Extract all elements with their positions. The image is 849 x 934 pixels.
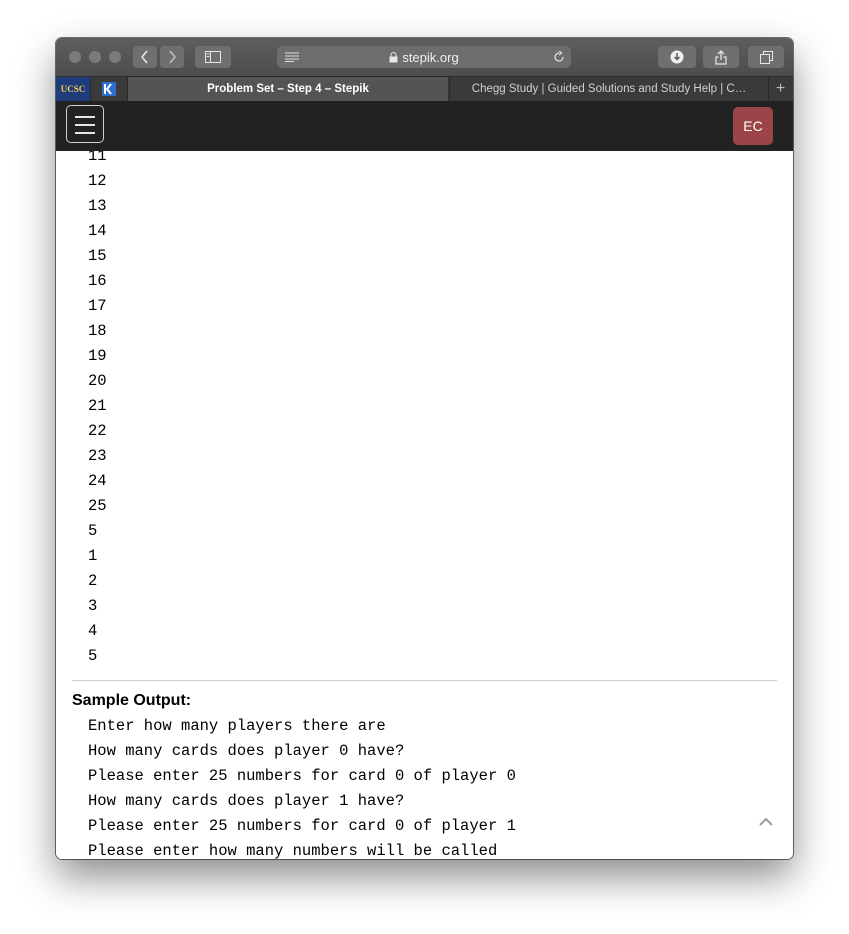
tab-pinned-ucsc[interactable]: UCSC [56,77,91,101]
avatar[interactable]: EC [733,107,773,145]
code-line: 17 [88,297,107,315]
ucsc-logo: UCSC [60,84,86,94]
chevron-left-icon [140,50,148,64]
scroll-to-top-icon[interactable] [758,814,774,830]
tab-chegg-study[interactable]: Chegg Study | Guided Solutions and Study… [449,77,769,101]
code-line: 12 [88,172,107,190]
code-line: 11 [88,151,107,165]
downloads-button[interactable] [658,46,696,68]
code-line: 1 [88,547,98,565]
code-line: 2 [88,572,98,590]
code-line: Please enter 25 numbers for card 0 of pl… [88,817,516,835]
code-line: 23 [88,447,107,465]
zoom-window-button[interactable] [109,51,121,63]
sample-output-block: Enter how many players there are How many… [88,714,516,859]
code-line: 21 [88,397,107,415]
reload-icon[interactable] [553,51,565,63]
minimize-window-button[interactable] [89,51,101,63]
code-line: 5 [88,647,98,665]
browser-window: stepik.org UCSC Problem Set – Step 4 – S… [56,38,793,859]
code-line: Enter how many players there are [88,717,386,735]
close-window-button[interactable] [69,51,81,63]
tab-strip: UCSC Problem Set – Step 4 – Stepik Chegg… [56,76,793,102]
forward-button[interactable] [160,46,184,68]
sidebar-icon [205,51,221,63]
sidebar-button[interactable] [195,46,231,68]
code-line: 15 [88,247,107,265]
step-content: 11 12 13 14 15 16 17 18 19 20 21 22 23 24 25 5 1 2 3 4 5 Sam… [56,151,793,859]
tab-overview-button[interactable] [748,46,784,68]
site-header: EC [56,101,793,151]
stepik-logo-icon [102,82,116,96]
code-line: 16 [88,272,107,290]
code-line: 22 [88,422,107,440]
code-line: 18 [88,322,107,340]
sample-output-heading: Sample Output: [72,692,192,709]
reader-icon [285,52,299,62]
code-line: How many cards does player 0 have? [88,742,405,760]
tabs-icon [759,50,773,64]
browser-toolbar: stepik.org [56,38,793,76]
code-line: 5 [88,522,98,540]
share-icon [715,49,727,65]
hamburger-icon-line [75,132,95,134]
plus-icon: + [775,80,786,97]
code-line: 20 [88,372,107,390]
tab-stepik-problem-set[interactable]: Problem Set – Step 4 – Stepik [128,77,448,101]
code-line: How many cards does player 1 have? [88,792,405,810]
address-text: stepik.org [402,49,459,65]
new-tab-button[interactable]: + [768,77,793,101]
code-line: 3 [88,597,98,615]
back-button[interactable] [133,46,157,68]
chevron-right-icon [169,50,177,64]
share-button[interactable] [703,46,739,68]
avatar-initials: EC [743,118,763,134]
hamburger-icon-line [75,124,95,126]
code-line: Please enter 25 numbers for card 0 of pl… [88,767,516,785]
divider [72,680,777,681]
tab-label: Chegg Study | Guided Solutions and Study… [471,83,747,95]
sample-input-block: 11 12 13 14 15 16 17 18 19 20 21 22 23 24 25 5 1 2 3 4 5 [88,151,107,669]
code-line: 4 [88,622,98,640]
tab-label: Problem Set – Step 4 – Stepik [207,83,369,95]
download-icon [670,50,684,64]
menu-button[interactable] [66,105,104,143]
code-line: 13 [88,197,107,215]
address-bar[interactable]: stepik.org [277,46,571,68]
code-line: 25 [88,497,107,515]
code-line: Please enter how many numbers will be ca… [88,842,498,859]
code-line: 14 [88,222,107,240]
code-line: 24 [88,472,107,490]
code-line: 19 [88,347,107,365]
tab-pinned-stepik[interactable] [91,77,128,101]
hamburger-icon [75,116,95,118]
lock-icon [389,51,398,62]
